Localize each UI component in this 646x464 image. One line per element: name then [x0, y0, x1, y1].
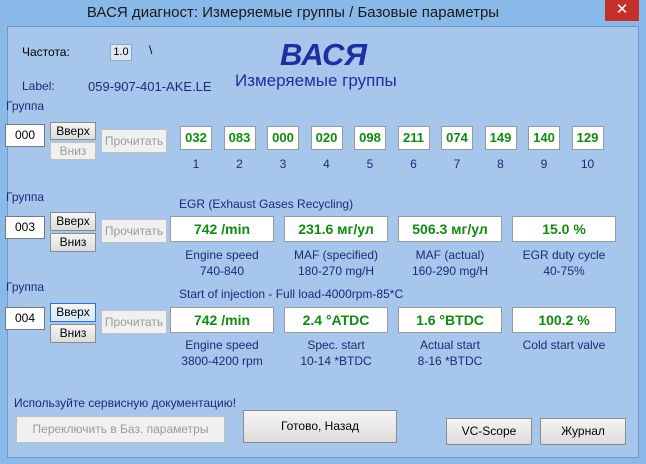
read-button[interactable]: Прочитать [101, 310, 167, 334]
group-down-button[interactable]: Вниз [50, 233, 96, 252]
raw-value-box: 074 [441, 126, 473, 150]
measured-value-box: 2.4 °ATDC [284, 307, 388, 333]
raw-value-box: 129 [571, 126, 604, 150]
value-index-label: 2 [236, 157, 243, 171]
parameter-range: 10-14 *BTDC [300, 354, 372, 368]
parameter-name: MAF (specified) [293, 248, 379, 262]
window-title: ВАСЯ диагност: Измеряемые группы / Базов… [86, 4, 500, 21]
group-down-button[interactable]: Вниз [50, 142, 96, 160]
read-button[interactable]: Прочитать [101, 129, 167, 153]
group-down-button[interactable]: Вниз [50, 324, 96, 343]
value-index-label: 1 [192, 157, 200, 171]
value-index-label: 6 [410, 157, 417, 171]
group-heading: EGR (Exhaust Gases Recycling) [179, 197, 354, 211]
title-bar: ВАСЯ диагност: Измеряемые группы / Базов… [0, 0, 646, 26]
parameter-name: Spec. start [307, 338, 365, 352]
value-index-label: 5 [366, 157, 374, 171]
vc-scope-button[interactable]: VC-Scope [446, 418, 532, 445]
raw-value-box: 211 [397, 126, 430, 150]
group-up-button[interactable]: Вверх [50, 122, 96, 140]
value-index-label: 3 [279, 157, 287, 171]
page-subtitle: Измеряемые группы [235, 71, 397, 90]
parameter-range: 40-75% [543, 264, 585, 278]
measured-value-box: 231.6 мг/ул [284, 216, 388, 242]
group-number-input[interactable]: 004 [5, 307, 45, 330]
raw-value-box: 098 [354, 126, 386, 150]
value-index-label: 7 [453, 157, 461, 171]
measured-value-box: 15.0 % [512, 216, 616, 242]
freq-label: Частота: [22, 45, 70, 59]
read-button[interactable]: Прочитать [101, 219, 167, 243]
parameter-range: 3800-4200 rpm [181, 354, 263, 368]
journal-button[interactable]: Журнал [540, 418, 626, 445]
measured-value-box: 742 /min [170, 307, 274, 333]
ecu-label-value: 059-907-401-AKE.LE [88, 79, 212, 94]
close-icon[interactable]: ✕ [605, 0, 639, 21]
parameter-range: 180-270 mg/H [297, 264, 375, 278]
parameter-range: 160-290 mg/H [411, 264, 489, 278]
raw-value-box: 140 [528, 126, 560, 150]
value-index-label: 10 [580, 157, 595, 171]
done-back-button[interactable]: Готово, Назад [243, 410, 397, 443]
label-label: Label: [22, 79, 55, 93]
group-up-button[interactable]: Вверх [50, 303, 96, 322]
value-index-label: 9 [540, 157, 548, 171]
raw-value-box: 032 [180, 126, 212, 150]
parameter-name: MAF (actual) [415, 248, 485, 262]
group-label: Группа [6, 99, 45, 113]
measured-value-box: 506.3 мг/ул [398, 216, 502, 242]
raw-value-box: 149 [484, 126, 517, 150]
measured-value-box: 1.6 °BTDC [398, 307, 502, 333]
parameter-name: Engine speed [185, 248, 259, 262]
freq-value: 1.0 [110, 44, 132, 61]
parameter-name: Actual start [419, 338, 481, 352]
group-up-button[interactable]: Вверх [50, 212, 96, 231]
measured-value-box: 100.2 % [512, 307, 616, 333]
group-label: Группа [6, 190, 45, 204]
parameter-range: 8-16 *BTDC [417, 354, 483, 368]
parameter-name: Engine speed [185, 338, 259, 352]
group-heading: Start of injection - Full load-4000rpm-8… [179, 287, 404, 301]
brand-title: ВАСЯ [280, 37, 368, 72]
switch-basic-params-button[interactable]: Переключить в Баз. параметры [16, 416, 225, 443]
raw-value-box: 020 [310, 126, 343, 150]
service-note: Используйте сервисную документацию! [14, 396, 237, 410]
value-index-label: 8 [497, 157, 504, 171]
raw-value-box: 000 [267, 126, 299, 150]
value-index-label: 4 [323, 157, 330, 171]
group-label: Группа [6, 280, 45, 294]
raw-value-box: 083 [223, 126, 256, 150]
group-number-input[interactable]: 000 [5, 124, 45, 147]
main-panel: Частота: 1.0 \ Label: 059-907-401-AKE.LE… [5, 26, 639, 458]
group-number-input[interactable]: 003 [5, 216, 45, 239]
measured-value-box: 742 /min [170, 216, 274, 242]
freq-suffix: \ [149, 43, 153, 57]
parameter-name: Cold start valve [522, 338, 606, 352]
parameter-name: EGR duty cycle [522, 248, 606, 262]
parameter-range: 740-840 [199, 264, 245, 278]
